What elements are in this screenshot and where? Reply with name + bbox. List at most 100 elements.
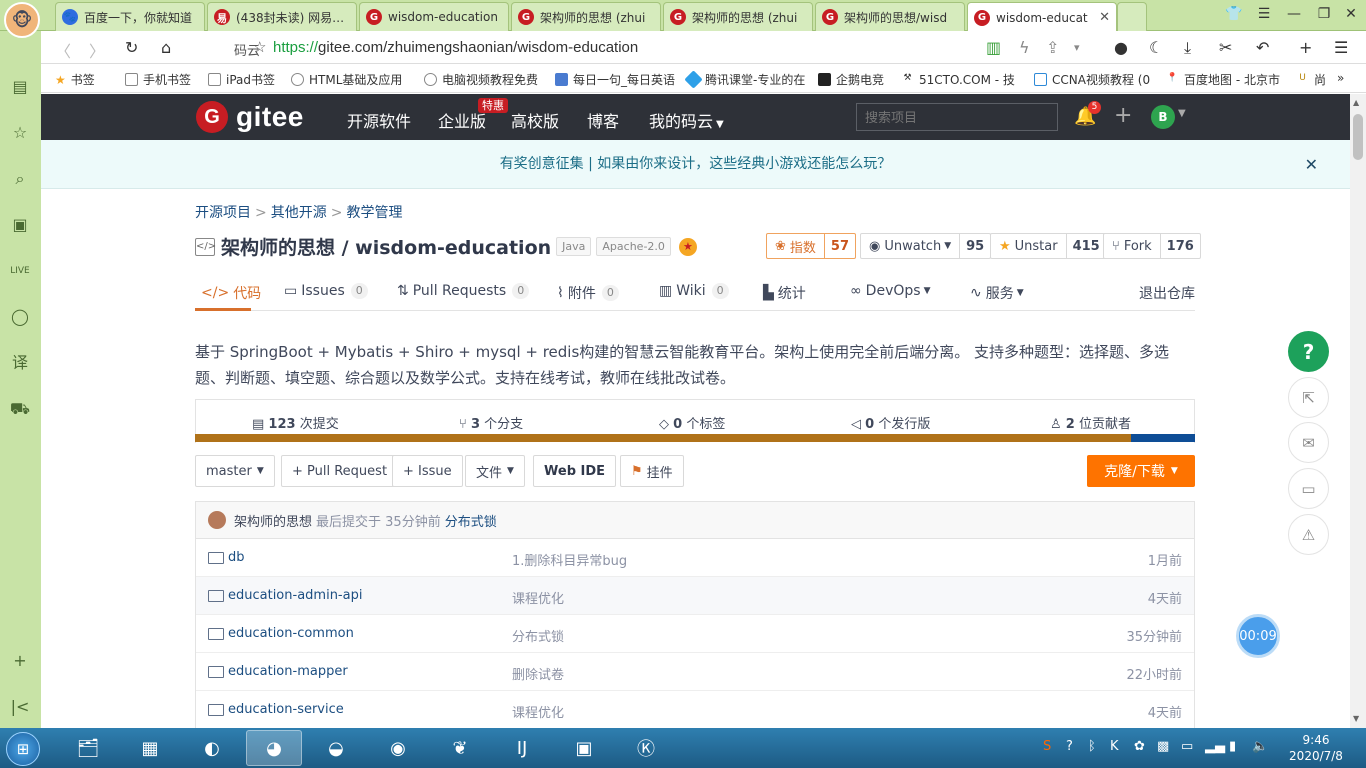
file-name[interactable]: education-mapper xyxy=(228,664,348,679)
k-tray-icon[interactable]: K xyxy=(1110,739,1119,754)
caret-down-icon[interactable]: ▼ xyxy=(1178,108,1186,119)
nav-education[interactable]: 高校版 xyxy=(511,108,559,132)
browser-tab[interactable]: G 架构师的思想/wisd xyxy=(815,2,965,31)
new-issue-button[interactable]: + Issue xyxy=(392,455,463,487)
extension-icon[interactable]: ● xyxy=(1114,38,1128,57)
file-explorer-icon[interactable]: 🗂 xyxy=(60,730,116,766)
file-commit-message[interactable]: 课程优化 xyxy=(512,588,564,607)
close-icon[interactable]: ✕ xyxy=(1305,140,1318,189)
notice-text[interactable]: 有奖创意征集 | 如果由你来设计，这些经典小游戏还能怎么玩？ xyxy=(500,156,892,172)
nav-my-gitee[interactable]: 我的码云 ▼ xyxy=(649,108,724,132)
undo-icon[interactable]: ↶ xyxy=(1256,38,1269,57)
create-plus-icon[interactable]: + xyxy=(1114,103,1132,128)
home-icon[interactable]: ⌂ xyxy=(161,38,171,57)
scissors-icon[interactable]: ✂ xyxy=(1219,38,1232,57)
author-avatar[interactable] xyxy=(208,511,226,529)
reading-mode-icon[interactable]: ▥ xyxy=(986,38,1001,57)
battery-icon[interactable]: ▮ xyxy=(1229,739,1236,754)
add-icon[interactable]: + xyxy=(9,650,31,672)
bookmark-item[interactable]: 📍 百度地图 - 北京市 xyxy=(1166,71,1280,88)
bookmark-item[interactable]: 企鹅电竞 xyxy=(818,71,884,88)
license-tag[interactable]: Apache-2.0 xyxy=(596,237,671,256)
nav-blog[interactable]: 博客 xyxy=(587,108,619,132)
file-commit-message[interactable]: 1.删除科目异常bug xyxy=(512,550,627,569)
eclipse-icon[interactable]: ◐ xyxy=(184,730,240,766)
branch-select[interactable]: master ▼ xyxy=(195,455,275,487)
favorites-star-icon[interactable]: ☆ xyxy=(9,122,31,144)
bookmark-item[interactable]: 电脑视频教程免费 xyxy=(424,71,538,88)
share-out-icon[interactable]: ⇱ xyxy=(1288,377,1329,418)
display-tray-icon[interactable]: ▭ xyxy=(1181,739,1193,754)
bookmark-item[interactable]: ⚒ 51CTO.COM - 技 xyxy=(901,71,1014,88)
file-commit-message[interactable]: 分布式锁 xyxy=(512,626,564,645)
unstar-button[interactable]: ★ Unstar 415 xyxy=(990,233,1107,259)
video-icon[interactable]: ▣ xyxy=(9,214,31,236)
browser-taskbar-icon[interactable]: ◕ xyxy=(246,730,302,766)
clone-download-button[interactable]: 克隆/下载 ▼ xyxy=(1087,455,1195,487)
commits-count[interactable]: ▤ 123 次提交 xyxy=(252,413,339,432)
contributors-count[interactable]: ♙ 2 位贡献者 xyxy=(1050,413,1131,432)
commit-author[interactable]: 架构师的思想 xyxy=(234,511,312,530)
web-ide-button[interactable]: Web IDE xyxy=(533,455,617,487)
sogou-icon[interactable]: S xyxy=(1043,739,1051,754)
maximize-icon[interactable]: ❐ xyxy=(1309,6,1339,22)
bookmark-item[interactable]: CCNA视频教程 (0 xyxy=(1034,71,1150,88)
user-avatar-icon[interactable]: 🐵 xyxy=(4,2,40,38)
warning-report-icon[interactable]: ⚠ xyxy=(1288,514,1329,555)
browser-tab[interactable]: Gwisdom-education xyxy=(359,2,509,31)
url-field[interactable]: https://gitee.com/zhuimengshaonian/wisdo… xyxy=(273,39,638,56)
bookmarks-overflow-icon[interactable]: » xyxy=(1337,71,1344,85)
nav-open-source[interactable]: 开源软件 xyxy=(347,108,411,132)
tab-wiki[interactable]: ▥ Wiki 0 xyxy=(659,283,729,299)
breadcrumb-item[interactable]: 开源项目 xyxy=(195,205,251,221)
exit-repo-link[interactable]: 退出仓库 xyxy=(1139,283,1195,303)
file-row[interactable]: education-admin-api 课程优化 4天前 xyxy=(196,577,1194,615)
widget-button[interactable]: ⚑ 挂件 xyxy=(620,455,684,487)
bookmark-item[interactable]: 腾讯课堂-专业的在 xyxy=(684,70,805,89)
index-button[interactable]: ❀ 指数 57 xyxy=(766,233,857,259)
language-bar[interactable] xyxy=(195,434,1195,442)
tab-code[interactable]: </> 代码 xyxy=(201,283,261,303)
hamburger-menu-icon[interactable]: ☰ xyxy=(1334,38,1348,57)
bookmark-item[interactable]: HTML基础及应用 xyxy=(291,71,402,88)
scroll-up-icon[interactable]: ▲ xyxy=(1353,98,1359,107)
tab-close-icon[interactable]: ✕ xyxy=(1099,10,1110,25)
night-mode-icon[interactable]: ☾ xyxy=(1149,38,1163,57)
releases-count[interactable]: ◁ 0 个发行版 xyxy=(851,413,930,432)
breadcrumb-item[interactable]: 教学管理 xyxy=(346,205,402,221)
tags-count[interactable]: ◇ 0 个标签 xyxy=(659,413,725,432)
comment-icon[interactable]: ▭ xyxy=(1288,468,1329,509)
gvp-medal-icon[interactable]: ★ xyxy=(678,237,697,256)
mail-icon[interactable]: ✉ xyxy=(1288,422,1329,463)
bookmark-item[interactable]: iPad书签 xyxy=(208,71,275,88)
live-icon[interactable]: LIVE xyxy=(9,260,31,282)
terminal-window-icon[interactable]: ▣ xyxy=(556,730,612,766)
reader-icon[interactable]: ▤ xyxy=(9,76,31,98)
k-app-icon[interactable]: Ⓚ xyxy=(618,730,674,766)
menu-icon[interactable]: ☰ xyxy=(1249,6,1279,22)
tab-issues[interactable]: ▭ Issues 0 xyxy=(284,283,368,299)
file-commit-message[interactable]: 删除试卷 xyxy=(512,664,564,683)
browser-tab-active[interactable]: Gwisdom-educat ✕ xyxy=(967,2,1117,32)
file-name[interactable]: education-common xyxy=(228,626,354,641)
network-signal-icon[interactable]: ▂▄ xyxy=(1205,739,1225,754)
bookmark-item[interactable]: 手机书签 xyxy=(125,71,191,88)
reload-icon[interactable]: ↻ xyxy=(125,38,138,57)
timer-badge[interactable]: 00:09 xyxy=(1236,614,1280,658)
file-commit-message[interactable]: 课程优化 xyxy=(512,702,564,721)
file-name[interactable]: db xyxy=(228,550,245,565)
user-avatar[interactable]: B xyxy=(1151,105,1175,129)
file-row[interactable]: db 1.删除科目异常bug 1月前 xyxy=(196,539,1194,577)
browser-tab[interactable]: 🐾 百度一下，你就知道 xyxy=(55,2,205,31)
files-menu-button[interactable]: 文件 ▼ xyxy=(465,455,525,487)
tshirt-skin-icon[interactable]: 👕 xyxy=(1219,6,1249,22)
file-row[interactable]: education-service 课程优化 4天前 xyxy=(196,691,1194,729)
browser-tab[interactable]: G 架构师的思想 (zhui xyxy=(663,2,813,31)
file-row[interactable]: education-mapper 删除试卷 22小时前 xyxy=(196,653,1194,691)
plus-icon[interactable]: + xyxy=(1299,38,1312,57)
file-name[interactable]: education-service xyxy=(228,702,344,717)
tab-services[interactable]: ∿ 服务 ▼ xyxy=(970,283,1024,303)
eclipse-ee-icon[interactable]: ◒ xyxy=(308,730,364,766)
tab-devops[interactable]: ∞ DevOps ▼ xyxy=(850,283,930,299)
start-button-icon[interactable]: ⊞ xyxy=(6,732,40,766)
